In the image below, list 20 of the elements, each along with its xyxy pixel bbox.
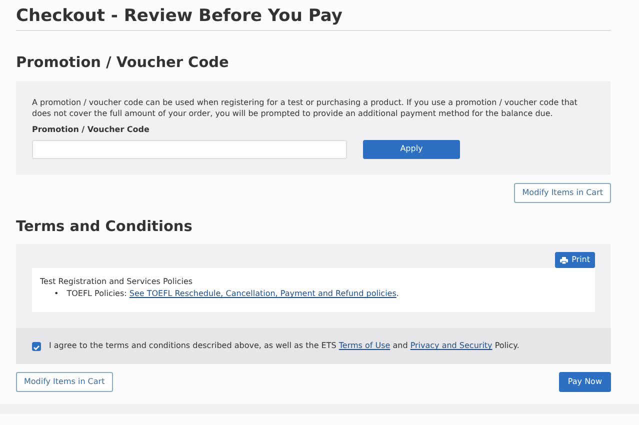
modify-cart-button[interactable]: Modify Items in Cart [16, 372, 113, 392]
policies-title: Test Registration and Services Policies [40, 276, 194, 288]
section-heading: Terms and Conditions [16, 218, 194, 236]
policy-item: TOEFL Policies: See TOEFL Reschedule, Cancellation, Payment and Refund policies. [66, 288, 399, 300]
field-label: Promotion / Voucher Code [32, 124, 150, 136]
terms-link[interactable]: Terms of Use [338, 341, 390, 350]
description-text: A promotion / voucher code can be used when registering for a test or purchasing a product. If you use a promotion / voucher code that does not cover the full amount of your order, you will be prompted to provide an additional payment method for the balance due. [32, 96, 578, 120]
agreement-checkbox[interactable] [32, 342, 41, 351]
modify-cart-button[interactable]: Modify Items in Cart [514, 182, 611, 203]
policy-link[interactable]: See TOEFL Reschedule, Cancellation, Payment and Refund policies [129, 289, 396, 298]
apply-button[interactable]: Apply [363, 140, 460, 159]
pay-now-button[interactable]: Pay Now [558, 372, 611, 392]
printer-icon [560, 256, 568, 264]
page-title: Checkout - Review Before You Pay [16, 6, 611, 32]
print-button[interactable]: Print [554, 252, 595, 268]
voucher-code-field[interactable] [32, 140, 347, 159]
section-heading: Promotion / Voucher Code [16, 55, 230, 73]
agreement-text: I agree to the terms and conditions described above, as well as the ETS Terms of Use and Privacy and Security Policy. [49, 340, 520, 352]
privacy-link[interactable]: Privacy and Security [410, 341, 492, 350]
list-bullet: • [54, 288, 59, 300]
